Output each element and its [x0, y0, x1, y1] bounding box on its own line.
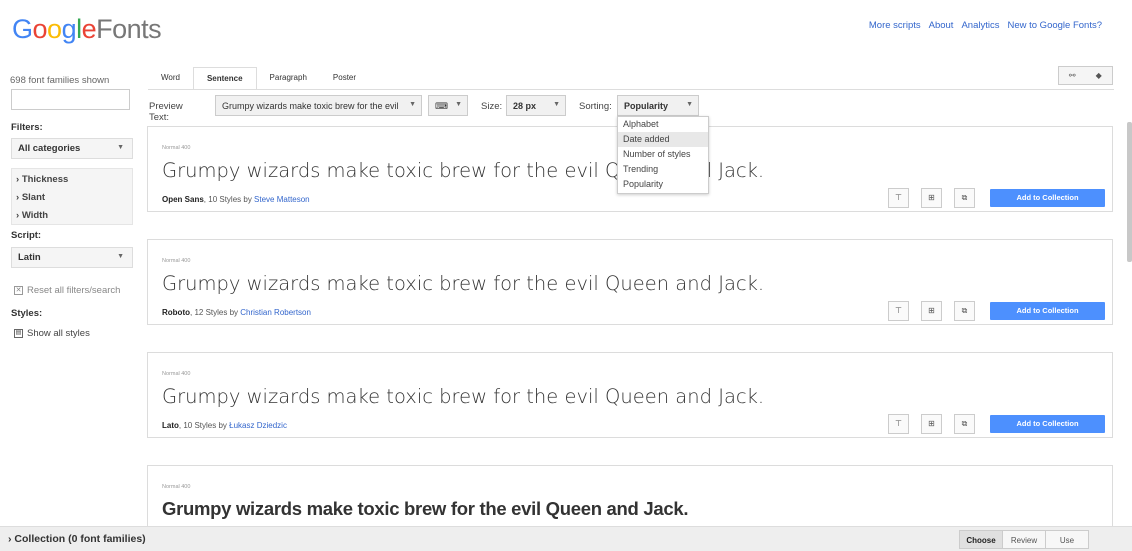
tab-sentence[interactable]: Sentence — [192, 67, 257, 90]
collection-toggle[interactable]: › Collection (0 font families) — [8, 533, 146, 545]
collection-steps: Choose Review Use — [959, 530, 1089, 549]
expand-styles-icon: ▤ — [14, 329, 23, 338]
analytics-link[interactable]: Analytics — [961, 20, 999, 31]
scrollbar[interactable] — [1127, 122, 1132, 262]
sorting-dropdown: Alphabet Date added Number of styles Tre… — [617, 116, 709, 194]
font-meta: Lato, 10 Styles by Łukasz Dziedzic — [162, 421, 287, 430]
add-to-collection-button[interactable]: Add to Collection — [990, 189, 1105, 207]
compare-icon[interactable]: ⧉ — [954, 188, 975, 208]
font-author-link[interactable]: Christian Robertson — [240, 308, 311, 317]
font-meta: Open Sans, 10 Styles by Steve Matteson — [162, 195, 310, 204]
tab-paragraph[interactable]: Paragraph — [257, 67, 320, 90]
font-name: Roboto — [162, 308, 190, 317]
font-weight-label: Normal 400 — [162, 258, 191, 264]
filters-label: Filters: — [11, 122, 43, 133]
quick-use-icon[interactable]: ⊤ — [888, 188, 909, 208]
about-link[interactable]: About — [929, 20, 954, 31]
font-card-roboto: Normal 400 Grumpy wizards make toxic bre… — [147, 239, 1113, 325]
reset-filters-button[interactable]: ✕ Reset all filters/search — [14, 285, 120, 296]
filter-thickness[interactable]: › Thickness — [16, 174, 68, 185]
preview-text-label: Preview Text: — [149, 101, 183, 123]
sort-option-date-added[interactable]: Date added — [618, 132, 708, 147]
tab-word[interactable]: Word — [148, 67, 193, 90]
search-input[interactable] — [11, 89, 130, 110]
font-name: Open Sans — [162, 195, 204, 204]
filter-box: › Thickness › Slant › Width — [11, 168, 133, 225]
new-to-google-fonts-link[interactable]: New to Google Fonts? — [1007, 20, 1102, 31]
font-card-lato: Normal 400 Grumpy wizards make toxic bre… — [147, 352, 1113, 438]
top-links: More scripts About Analytics New to Goog… — [869, 20, 1102, 31]
filter-slant[interactable]: › Slant — [16, 192, 45, 203]
font-weight-label: Normal 400 — [162, 371, 191, 377]
choose-button[interactable]: Choose — [959, 530, 1003, 549]
review-button[interactable]: Review — [1002, 530, 1046, 549]
font-card-condensed: Normal 400 Grumpy wizards make toxic bre… — [147, 465, 1113, 535]
settings-icon[interactable]: ◆ — [1086, 67, 1113, 84]
chevron-down-icon: ▼ — [686, 101, 693, 108]
more-scripts-link[interactable]: More scripts — [869, 20, 921, 31]
font-count: 698 font families shown — [10, 75, 110, 86]
tab-divider — [148, 89, 1114, 90]
chevron-down-icon: ▼ — [117, 144, 124, 151]
quick-use-icon[interactable]: ⊤ — [888, 301, 909, 321]
size-label: Size: — [481, 101, 503, 112]
sidebar: 698 font families shown Filters: All cat… — [0, 58, 142, 518]
font-sample: Grumpy wizards make toxic brew for the e… — [162, 385, 765, 408]
add-to-collection-button[interactable]: Add to Collection — [990, 302, 1105, 320]
header: GoogleFonts More scripts About Analytics… — [0, 0, 1132, 58]
preview-text-select[interactable]: Grumpy wizards make toxic brew for the e… — [215, 95, 422, 116]
close-icon: ✕ — [14, 286, 23, 295]
compare-icon[interactable]: ⧉ — [954, 301, 975, 321]
add-to-collection-button[interactable]: Add to Collection — [990, 415, 1105, 433]
google-fonts-logo[interactable]: GoogleFonts — [12, 14, 162, 45]
chevron-down-icon: ▼ — [455, 101, 462, 108]
preview-tabs: Word Sentence Paragraph Poster — [148, 67, 369, 90]
pop-out-icon[interactable]: ⊞ — [921, 414, 942, 434]
sorting-label: Sorting: — [579, 101, 612, 112]
chevron-down-icon: ▼ — [553, 101, 560, 108]
size-select[interactable]: 28 px ▼ — [506, 95, 566, 116]
font-author-link[interactable]: Łukasz Dziedzic — [229, 421, 287, 430]
keyboard-icon: ⌨ — [435, 101, 448, 111]
keyboard-button[interactable]: ⌨ ▼ — [428, 95, 468, 116]
quick-use-icon[interactable]: ⊤ — [888, 414, 909, 434]
sort-option-number-of-styles[interactable]: Number of styles — [618, 147, 708, 162]
pop-out-icon[interactable]: ⊞ — [921, 301, 942, 321]
font-meta: Roboto, 12 Styles by Christian Robertson — [162, 308, 311, 317]
link-icon[interactable]: ⚯ — [1059, 67, 1086, 84]
font-author-link[interactable]: Steve Matteson — [254, 195, 310, 204]
font-sample: Grumpy wizards make toxic brew for the e… — [162, 272, 765, 295]
pop-out-icon[interactable]: ⊞ — [921, 188, 942, 208]
use-button[interactable]: Use — [1045, 530, 1089, 549]
sorting-select[interactable]: Popularity ▼ — [617, 95, 699, 116]
view-toggle: ⚯ ◆ — [1058, 66, 1113, 85]
sort-option-trending[interactable]: Trending — [618, 162, 708, 177]
styles-label: Styles: — [11, 308, 43, 319]
font-weight-label: Normal 400 — [162, 484, 191, 490]
tab-poster[interactable]: Poster — [320, 67, 369, 90]
show-all-styles-toggle[interactable]: ▤ Show all styles — [14, 328, 90, 339]
collection-bar: › Collection (0 font families) Choose Re… — [0, 526, 1132, 551]
script-select[interactable]: Latin ▼ — [11, 247, 133, 268]
script-label: Script: — [11, 230, 42, 241]
sort-option-popularity[interactable]: Popularity — [618, 177, 708, 192]
chevron-down-icon: ▼ — [409, 101, 416, 108]
category-select[interactable]: All categories ▼ — [11, 138, 133, 159]
font-sample: Grumpy wizards make toxic brew for the e… — [162, 498, 689, 519]
sort-option-alphabet[interactable]: Alphabet — [618, 117, 708, 132]
filter-width[interactable]: › Width — [16, 210, 48, 221]
compare-icon[interactable]: ⧉ — [954, 414, 975, 434]
font-name: Lato — [162, 421, 179, 430]
chevron-down-icon: ▼ — [117, 253, 124, 260]
font-weight-label: Normal 400 — [162, 145, 191, 151]
